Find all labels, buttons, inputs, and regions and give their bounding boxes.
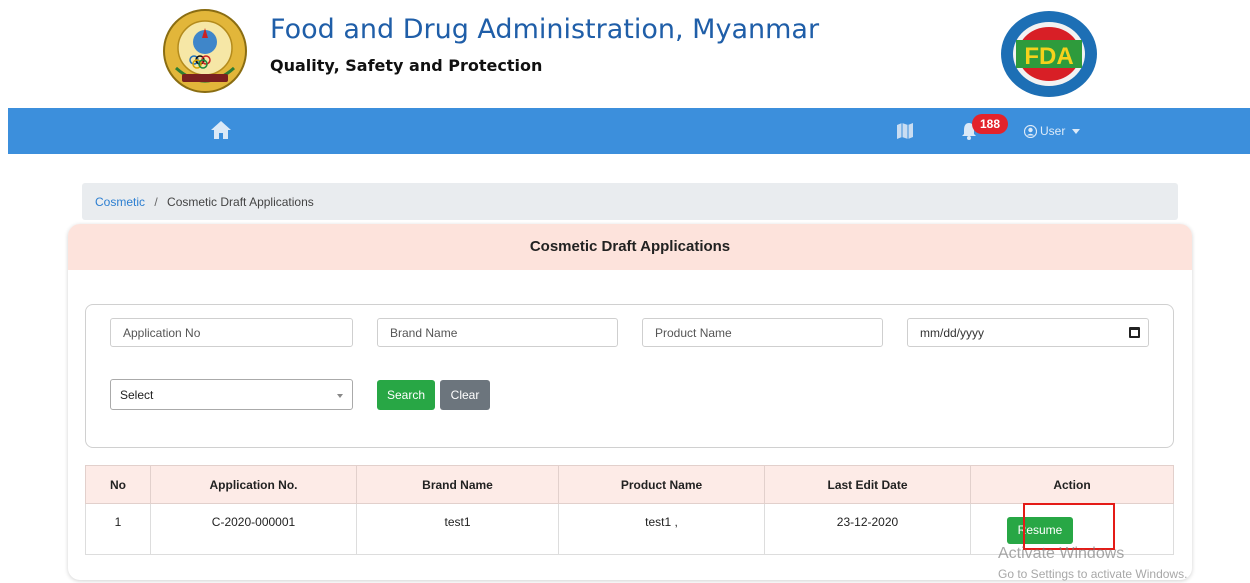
home-icon[interactable] bbox=[210, 120, 232, 140]
notification-badge[interactable]: 188 bbox=[972, 114, 1008, 134]
site-header: Food and Drug Administration, Myanmar Qu… bbox=[0, 0, 1250, 108]
application-no-input[interactable]: Application No bbox=[110, 318, 353, 347]
fda-seal-icon: FDA bbox=[1001, 11, 1097, 97]
breadcrumb: Cosmetic / Cosmetic Draft Applications bbox=[82, 183, 1178, 220]
language-icon[interactable] bbox=[896, 122, 914, 140]
date-input[interactable]: mm/dd/yyyy bbox=[907, 318, 1149, 347]
windows-activation-watermark: Activate Windows Go to Settings to activ… bbox=[998, 545, 1187, 581]
select-value: Select bbox=[120, 388, 154, 402]
column-header-action: Action bbox=[970, 465, 1174, 504]
column-header-product-name: Product Name bbox=[558, 465, 765, 504]
cell-no: 1 bbox=[85, 503, 151, 555]
site-subtitle: Quality, Safety and Protection bbox=[270, 56, 543, 75]
chevron-down-icon bbox=[337, 394, 343, 398]
calendar-icon[interactable] bbox=[1129, 327, 1140, 338]
page: Food and Drug Administration, Myanmar Qu… bbox=[0, 0, 1250, 583]
product-name-input[interactable]: Product Name bbox=[642, 318, 883, 347]
breadcrumb-separator: / bbox=[154, 195, 158, 209]
column-header-last-edit-date: Last Edit Date bbox=[764, 465, 971, 504]
cell-last-edit-date: 23-12-2020 bbox=[764, 503, 971, 555]
clear-button[interactable]: Clear bbox=[440, 380, 490, 410]
watermark-line-2: Go to Settings to activate Windows. bbox=[998, 567, 1188, 581]
top-navbar: 188 User bbox=[8, 108, 1250, 154]
column-header-brand-name: Brand Name bbox=[356, 465, 559, 504]
highlight-box bbox=[1023, 503, 1115, 550]
cell-brand-name: test1 bbox=[356, 503, 559, 555]
user-menu[interactable]: User bbox=[1024, 122, 1081, 140]
table-header-row: No Application No. Brand Name Product Na… bbox=[85, 465, 1174, 504]
fda-logo-text: FDA bbox=[1024, 43, 1073, 70]
date-placeholder: mm/dd/yyyy bbox=[920, 326, 985, 340]
brand-name-input[interactable]: Brand Name bbox=[377, 318, 618, 347]
chevron-down-icon bbox=[1072, 128, 1081, 134]
breadcrumb-link-cosmetic[interactable]: Cosmetic bbox=[95, 195, 145, 209]
user-label: User bbox=[1040, 124, 1066, 138]
column-header-application-no: Application No. bbox=[150, 465, 357, 504]
watermark-line-1: Activate Windows bbox=[998, 545, 1125, 562]
applications-table: No Application No. Brand Name Product Na… bbox=[85, 465, 1174, 555]
breadcrumb-current: Cosmetic Draft Applications bbox=[167, 195, 314, 209]
cell-application-no: C-2020-000001 bbox=[150, 503, 357, 555]
user-circle-icon bbox=[1024, 124, 1037, 138]
site-title: Food and Drug Administration, Myanmar bbox=[270, 14, 820, 45]
status-select[interactable]: Select bbox=[110, 379, 353, 410]
ministry-seal-icon bbox=[163, 9, 247, 93]
column-header-no: No bbox=[85, 465, 151, 504]
search-button[interactable]: Search bbox=[377, 380, 435, 410]
cell-product-name: test1 , bbox=[558, 503, 765, 555]
card-title: Cosmetic Draft Applications bbox=[68, 224, 1192, 270]
